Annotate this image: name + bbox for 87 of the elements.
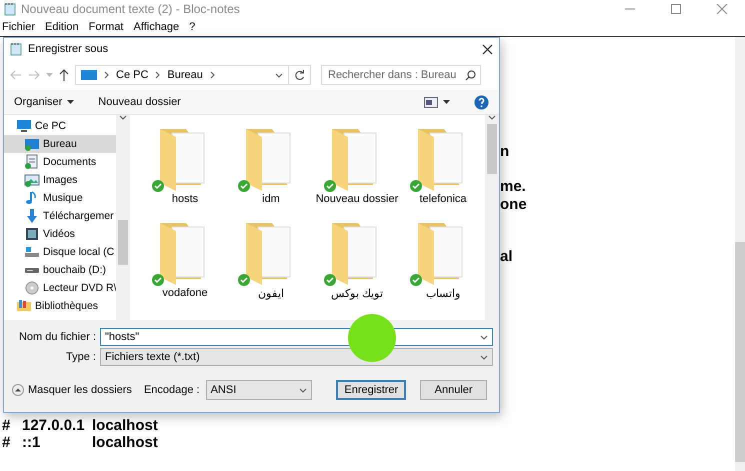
library-folder-icon	[16, 298, 32, 314]
nav-item[interactable]: Disque local (C	[4, 243, 116, 261]
forward-button[interactable]	[28, 70, 40, 80]
document-text: 127.0.0.1	[22, 416, 85, 434]
address-bar[interactable]: Ce PC Bureau	[75, 65, 289, 85]
encoding-dropdown[interactable]: ANSI	[206, 380, 312, 400]
new-folder-button[interactable]: Nouveau dossier	[98, 96, 181, 108]
dialog-button[interactable]: Annuler	[420, 380, 487, 400]
menu-item[interactable]: Edition	[45, 20, 79, 34]
document-text: localhost	[92, 434, 158, 452]
nav-item[interactable]: Bibliothèques	[4, 297, 116, 315]
collapse-icon	[12, 384, 24, 396]
dialog-button[interactable]: Enregistrer	[336, 380, 406, 400]
folder-item[interactable]: vodafone	[142, 219, 228, 313]
back-button[interactable]	[10, 70, 22, 80]
refresh-button[interactable]	[289, 65, 311, 85]
monitor-icon	[16, 118, 32, 134]
window-title: Nouveau document texte (2) - Bloc-notes	[21, 2, 241, 16]
document-icon	[24, 154, 40, 170]
nav-item[interactable]: Musique	[4, 189, 116, 207]
nav-item[interactable]: Bureau	[4, 135, 116, 153]
history-button[interactable]	[46, 73, 53, 77]
breadcrumb-item[interactable]: Ce PC	[116, 69, 148, 81]
chevron-right-icon	[155, 71, 160, 79]
menu-item[interactable]: Format	[88, 20, 124, 34]
menu-item[interactable]: Fichier	[2, 20, 36, 34]
picture-icon	[24, 172, 40, 188]
organize-button[interactable]: Organiser	[14, 96, 74, 108]
type-label: Type :	[66, 351, 97, 363]
document-text: me.	[500, 178, 526, 196]
document-text: n	[500, 143, 510, 160]
search-field[interactable]: Rechercher dans : Bureau	[321, 65, 481, 85]
dropdown-chevron-icon	[275, 72, 283, 78]
folder-item[interactable]: telefonica	[400, 125, 485, 219]
folder-item[interactable]: idm	[228, 125, 314, 219]
breadcrumb-item[interactable]: Bureau	[167, 69, 203, 81]
refresh-icon	[294, 70, 305, 80]
folder-item[interactable]: تويك بوكس	[314, 219, 400, 313]
notepad-icon	[10, 42, 22, 56]
folder-item[interactable]: ايفون	[228, 219, 314, 313]
document-text: one	[500, 196, 527, 213]
scrollbar-thumb[interactable]	[118, 220, 128, 265]
monitor-icon	[81, 69, 97, 81]
nav-item[interactable]: Téléchargemer	[4, 207, 116, 225]
nav-item[interactable]: Vidéos	[4, 225, 116, 243]
help-button[interactable]	[474, 94, 489, 110]
drive-icon	[24, 244, 40, 260]
search-icon	[465, 70, 476, 80]
view-button[interactable]	[424, 96, 450, 108]
dropdown-chevron-icon	[299, 388, 308, 392]
dropdown-chevron-icon	[480, 335, 488, 340]
caret-icon	[443, 100, 450, 104]
up-button[interactable]	[59, 69, 69, 81]
scrollbar[interactable]	[735, 37, 745, 471]
scrollbar[interactable]	[485, 115, 499, 320]
nav-item[interactable]: Ce PC	[4, 117, 116, 135]
document-text: ::1	[22, 434, 40, 452]
scrollbar-thumb[interactable]	[487, 124, 497, 174]
folder-item[interactable]: hosts	[142, 125, 228, 219]
menu-item[interactable]: Affichage	[134, 20, 180, 34]
folder-item[interactable]: Nouveau dossier	[314, 125, 400, 219]
nav-item[interactable]: Lecteur DVD R\	[4, 279, 116, 297]
caret-icon	[67, 100, 74, 104]
chevron-right-icon	[210, 71, 215, 79]
scrollbar[interactable]	[116, 115, 130, 320]
download-arrow-icon	[24, 208, 40, 224]
chevron-right-icon	[104, 71, 109, 79]
menu-item[interactable]: ?	[189, 20, 196, 34]
notepad-icon	[4, 2, 16, 16]
document-text: localhost	[92, 416, 158, 434]
disc-icon	[24, 280, 40, 296]
nav-item[interactable]: Documents	[4, 153, 116, 171]
nav-item[interactable]: Images	[4, 171, 116, 189]
desktop-icon	[24, 136, 40, 152]
dialog-title: Enregistrer sous	[28, 43, 110, 55]
close-button[interactable]	[482, 44, 493, 54]
dropdown-chevron-icon	[480, 354, 488, 360]
document-text: #	[2, 416, 10, 434]
nav-item[interactable]: bouchaib (D:)	[4, 261, 116, 279]
document-text: al	[500, 248, 513, 266]
hide-folders-button[interactable]: Masquer les dossiers	[12, 384, 132, 396]
filename-label: Nom du fichier :	[18, 331, 97, 343]
folder-item[interactable]: واتساب	[400, 219, 485, 313]
type-dropdown[interactable]: Fichiers texte (*.txt)	[100, 348, 493, 366]
encoding-label: Encodage :	[144, 384, 200, 396]
film-icon	[24, 226, 40, 242]
document-text: #	[2, 434, 10, 452]
